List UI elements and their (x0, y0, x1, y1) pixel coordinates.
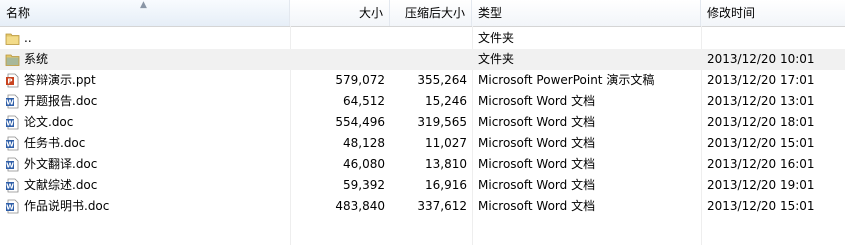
column-name-header[interactable]: 名称 ▲ (0, 0, 290, 26)
file-size: 483,840 (335, 199, 385, 213)
file-size (292, 49, 385, 70)
file-size: 579,072 (335, 73, 385, 87)
word-file-icon: W (5, 199, 20, 214)
svg-text:W: W (6, 99, 14, 107)
file-size: 59,392 (343, 178, 385, 192)
file-type: Microsoft Word 文档 (478, 115, 596, 129)
file-type: 文件夹 (478, 31, 515, 45)
column-modified-label: 修改时间 (707, 6, 756, 20)
file-row[interactable]: W 任务书.doc 48,128 11,027 Microsoft Word 文档 201… (0, 133, 845, 154)
column-header: 名称 ▲ 大小 压缩后大小 类型 修改时间 (0, 0, 845, 27)
file-compressed-size: 319,565 (417, 115, 467, 129)
file-type: 文件夹 (478, 52, 515, 66)
file-name: 开题报告.doc (24, 94, 98, 108)
ppt-file-icon: P (5, 73, 20, 88)
file-type: Microsoft Word 文档 (478, 136, 596, 150)
file-size: 64,512 (343, 94, 385, 108)
file-row[interactable]: .. 文件夹 (0, 28, 845, 49)
word-file-icon: W (5, 115, 20, 130)
file-modified-date: 2013/12/20 15:01 (707, 136, 815, 150)
file-list: 名称 ▲ 大小 压缩后大小 类型 修改时间 .. 文件夹 系统 文件夹 2013/12/… (0, 0, 845, 245)
file-compressed-size: 13,810 (425, 157, 467, 171)
svg-text:P: P (7, 78, 12, 86)
file-name: 任务书.doc (24, 136, 86, 150)
sort-ascending-icon: ▲ (140, 0, 147, 10)
word-file-icon: W (5, 157, 20, 172)
file-name: .. (24, 31, 32, 45)
folder-icon (5, 52, 20, 67)
file-name: 论文.doc (24, 115, 74, 129)
file-row[interactable]: 系统 文件夹 2013/12/20 10:01 (0, 49, 845, 70)
file-modified-date: 2013/12/20 18:01 (707, 115, 815, 129)
file-compressed-size: 15,246 (425, 94, 467, 108)
file-row[interactable]: W 外文翻译.doc 46,080 13,810 Microsoft Word 文档 20… (0, 154, 845, 175)
file-type: Microsoft Word 文档 (478, 157, 596, 171)
column-type-header[interactable]: 类型 (472, 0, 701, 26)
file-name: 作品说明书.doc (24, 199, 110, 213)
file-name: 文献综述.doc (24, 178, 98, 192)
file-modified-date: 2013/12/20 10:01 (707, 52, 815, 66)
file-row[interactable]: W 作品说明书.doc 483,840 337,612 Microsoft Word 文… (0, 196, 845, 217)
column-size-label: 大小 (358, 6, 383, 20)
file-modified-date: 2013/12/20 15:01 (707, 199, 815, 213)
folder-up-icon (5, 31, 20, 46)
file-type: Microsoft Word 文档 (478, 178, 596, 192)
file-compressed-size (392, 28, 467, 49)
svg-text:W: W (6, 183, 14, 191)
file-compressed-size: 355,264 (417, 73, 467, 87)
word-file-icon: W (5, 136, 20, 151)
word-file-icon: W (5, 94, 20, 109)
file-modified-date: 2013/12/20 16:01 (707, 157, 815, 171)
file-row[interactable]: W 论文.doc 554,496 319,565 Microsoft Word 文档 20… (0, 112, 845, 133)
column-type-label: 类型 (478, 6, 503, 20)
svg-text:W: W (6, 141, 14, 149)
file-size (292, 28, 385, 49)
file-row[interactable]: W 文献综述.doc 59,392 16,916 Microsoft Word 文档 20… (0, 175, 845, 196)
file-name: 外文翻译.doc (24, 157, 98, 171)
file-size: 554,496 (335, 115, 385, 129)
file-modified-date (707, 28, 839, 49)
file-row[interactable]: P 答辩演示.ppt 579,072 355,264 Microsoft PowerPo… (0, 70, 845, 91)
file-modified-date: 2013/12/20 17:01 (707, 73, 815, 87)
svg-text:W: W (6, 204, 14, 212)
file-size: 46,080 (343, 157, 385, 171)
file-compressed-size: 11,027 (425, 136, 467, 150)
file-type: Microsoft Word 文档 (478, 94, 596, 108)
file-modified-date: 2013/12/20 19:01 (707, 178, 815, 192)
file-compressed-size: 16,916 (425, 178, 467, 192)
file-row[interactable]: W 开题报告.doc 64,512 15,246 Microsoft Word 文档 20… (0, 91, 845, 112)
file-name: 答辩演示.ppt (24, 73, 96, 87)
file-type: Microsoft PowerPoint 演示文稿 (478, 73, 655, 87)
file-name: 系统 (24, 52, 49, 66)
file-type: Microsoft Word 文档 (478, 199, 596, 213)
file-size: 48,128 (343, 136, 385, 150)
svg-text:W: W (6, 120, 14, 128)
word-file-icon: W (5, 178, 20, 193)
column-size-header[interactable]: 大小 (290, 0, 390, 26)
file-modified-date: 2013/12/20 13:01 (707, 94, 815, 108)
column-name-label: 名称 (6, 6, 31, 20)
file-compressed-size: 337,612 (417, 199, 467, 213)
svg-text:W: W (6, 162, 14, 170)
file-compressed-size (392, 49, 467, 70)
column-modified-header[interactable]: 修改时间 (701, 0, 845, 26)
column-compressed-header[interactable]: 压缩后大小 (390, 0, 472, 26)
column-compressed-label: 压缩后大小 (404, 6, 465, 20)
